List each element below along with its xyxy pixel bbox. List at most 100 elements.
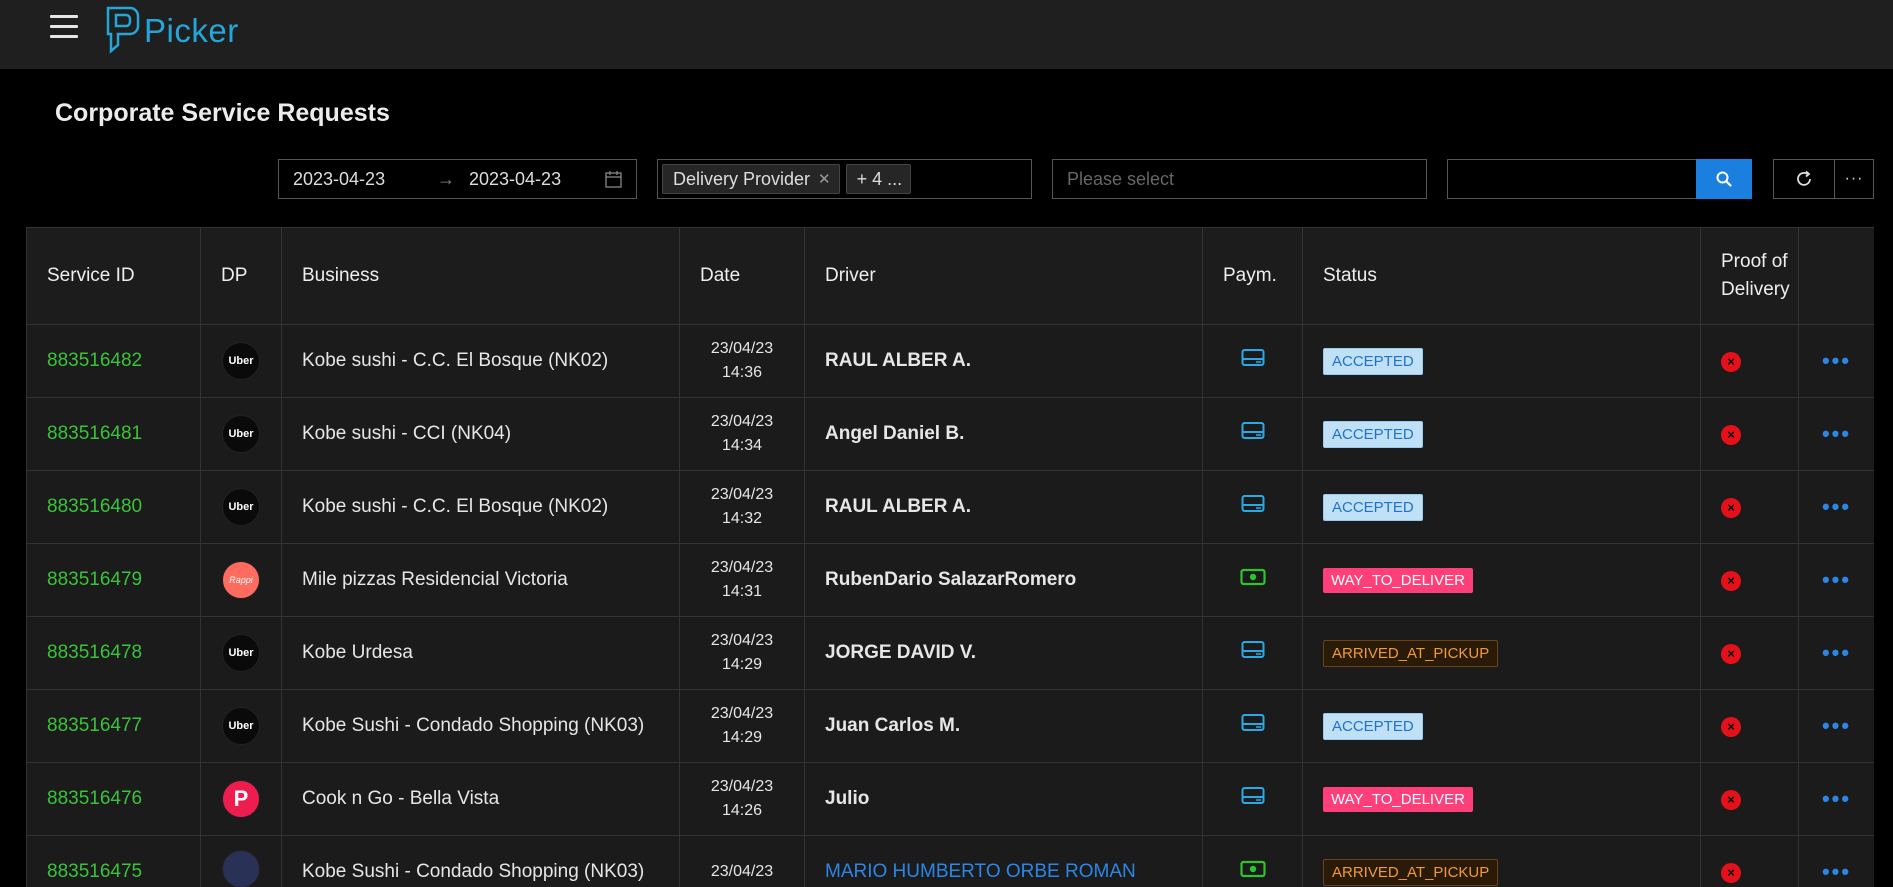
actions-cell: ••• — [1799, 836, 1875, 887]
col-driver[interactable]: Driver — [805, 228, 1203, 325]
delivery-provider-logo: Rappi — [222, 561, 260, 599]
driver-name: RubenDario SalazarRomero — [805, 544, 1203, 617]
delivery-provider-logo: P — [222, 780, 260, 818]
payment-cell — [1203, 763, 1303, 836]
col-proof-of-delivery: Proof of Delivery — [1701, 228, 1799, 325]
status-badge: WAY_TO_DELIVER — [1323, 568, 1473, 593]
no-proof-icon: × — [1721, 352, 1741, 372]
col-actions — [1799, 228, 1875, 325]
service-id-link[interactable]: 883516481 — [27, 398, 201, 471]
actions-cell: ••• — [1799, 398, 1875, 471]
search-button[interactable] — [1696, 159, 1752, 199]
menu-icon[interactable] — [50, 15, 78, 41]
status-badge: WAY_TO_DELIVER — [1323, 787, 1473, 812]
table-row[interactable]: 883516477UberKobe Sushi - Condado Shoppi… — [27, 690, 1875, 763]
dp-cell: Uber — [201, 690, 282, 763]
row-actions-icon[interactable]: ••• — [1822, 567, 1851, 592]
row-actions-icon[interactable]: ••• — [1822, 421, 1851, 446]
table-row[interactable]: 883516476PCook n Go - Bella Vista23/04/2… — [27, 763, 1875, 836]
pod-cell: × — [1701, 398, 1799, 471]
row-actions-icon[interactable]: ••• — [1822, 859, 1851, 884]
row-actions-icon[interactable]: ••• — [1822, 494, 1851, 519]
row-actions-icon[interactable]: ••• — [1822, 786, 1851, 811]
business-name: Kobe Sushi - Condado Shopping (NK03) — [282, 836, 680, 887]
dp-cell: Rappi — [201, 544, 282, 617]
status-badge: ARRIVED_AT_PICKUP — [1323, 640, 1498, 667]
row-actions-icon[interactable]: ••• — [1822, 713, 1851, 738]
more-options-button[interactable]: ··· — [1834, 159, 1874, 199]
col-status[interactable]: Status — [1303, 228, 1701, 325]
status-cell: ACCEPTED — [1303, 471, 1701, 544]
status-cell: ARRIVED_AT_PICKUP — [1303, 836, 1701, 887]
status-badge: ACCEPTED — [1323, 713, 1423, 740]
col-business[interactable]: Business — [282, 228, 680, 325]
col-service-id[interactable]: Service ID — [27, 228, 201, 325]
search-input[interactable] — [1447, 159, 1696, 199]
driver-name: Angel Daniel B. — [805, 398, 1203, 471]
credit-card-icon — [1241, 713, 1265, 733]
no-proof-icon: × — [1721, 571, 1741, 591]
time-value: 14:34 — [680, 434, 804, 458]
close-icon[interactable]: ✕ — [818, 170, 831, 188]
date-value: 23/04/23 — [680, 410, 804, 434]
date-to[interactable]: 2023-04-23 — [469, 169, 597, 190]
no-proof-icon: × — [1721, 644, 1741, 664]
status-cell: ARRIVED_AT_PICKUP — [1303, 617, 1701, 690]
delivery-provider-logo: Uber — [222, 707, 260, 745]
time-value: 14:29 — [680, 726, 804, 750]
service-id-link[interactable]: 883516482 — [27, 325, 201, 398]
app-logo[interactable]: Picker — [104, 4, 239, 58]
date-value: 23/04/23 — [680, 629, 804, 653]
status-badge: ACCEPTED — [1323, 421, 1423, 448]
driver-name[interactable]: MARIO HUMBERTO ORBE ROMAN — [805, 836, 1203, 887]
cash-icon — [1240, 860, 1266, 878]
refresh-icon — [1794, 169, 1814, 189]
row-actions-icon[interactable]: ••• — [1822, 348, 1851, 373]
table-row[interactable]: 883516481UberKobe sushi - CCI (NK04)23/0… — [27, 398, 1875, 471]
date-value: 23/04/23 — [680, 860, 804, 884]
status-badge: ARRIVED_AT_PICKUP — [1323, 859, 1498, 886]
col-dp[interactable]: DP — [201, 228, 282, 325]
delivery-provider-logo: Uber — [222, 415, 260, 453]
picker-logo-icon — [104, 5, 140, 57]
date-value: 23/04/23 — [680, 702, 804, 726]
pod-cell: × — [1701, 690, 1799, 763]
filter-bar: 2023-04-23 → 2023-04-23 Delivery Provide… — [0, 159, 1893, 199]
status-cell: WAY_TO_DELIVER — [1303, 544, 1701, 617]
actions-cell: ••• — [1799, 763, 1875, 836]
no-proof-icon: × — [1721, 425, 1741, 445]
service-id-link[interactable]: 883516475 — [27, 836, 201, 887]
row-actions-icon[interactable]: ••• — [1822, 640, 1851, 665]
delivery-provider-select[interactable]: Delivery Provider ✕ + 4 ... — [657, 159, 1032, 199]
delivery-provider-logo: Uber — [222, 342, 260, 380]
date-range-picker[interactable]: 2023-04-23 → 2023-04-23 — [278, 159, 637, 199]
credit-card-icon — [1241, 786, 1265, 806]
table-row[interactable]: 883516475 Kobe Sushi - Condado Shopping (… — [27, 836, 1875, 887]
table-row[interactable]: 883516479 Rappi Mile pizzas Residencial Vi… — [27, 544, 1875, 617]
service-id-link[interactable]: 883516478 — [27, 617, 201, 690]
col-payment[interactable]: Paym. — [1203, 228, 1303, 325]
driver-name: RAUL ALBER A. — [805, 325, 1203, 398]
arrow-right-icon: → — [437, 169, 455, 190]
no-proof-icon: × — [1721, 790, 1741, 810]
table-row[interactable]: 883516480UberKobe sushi - C.C. El Bosque… — [27, 471, 1875, 544]
table-row[interactable]: 883516482UberKobe sushi - C.C. El Bosque… — [27, 325, 1875, 398]
date-cell: 23/04/2314:26 — [680, 763, 805, 836]
service-id-link[interactable]: 883516477 — [27, 690, 201, 763]
date-cell: 23/04/2314:32 — [680, 471, 805, 544]
service-id-link[interactable]: 883516479 — [27, 544, 201, 617]
date-from[interactable]: 2023-04-23 — [293, 169, 423, 190]
dp-cell: P — [201, 763, 282, 836]
no-proof-icon: × — [1721, 498, 1741, 518]
business-name: Mile pizzas Residencial Victoria — [282, 544, 680, 617]
table-row[interactable]: 883516478UberKobe Urdesa23/04/2314:29JOR… — [27, 617, 1875, 690]
no-proof-icon: × — [1721, 717, 1741, 737]
col-date[interactable]: Date — [680, 228, 805, 325]
time-value: 14:36 — [680, 361, 804, 385]
provider-more-tag[interactable]: + 4 ... — [846, 164, 912, 194]
refresh-button[interactable] — [1773, 159, 1835, 199]
actions-cell: ••• — [1799, 617, 1875, 690]
service-id-link[interactable]: 883516480 — [27, 471, 201, 544]
service-id-link[interactable]: 883516476 — [27, 763, 201, 836]
status-select[interactable]: Please select — [1052, 159, 1427, 199]
